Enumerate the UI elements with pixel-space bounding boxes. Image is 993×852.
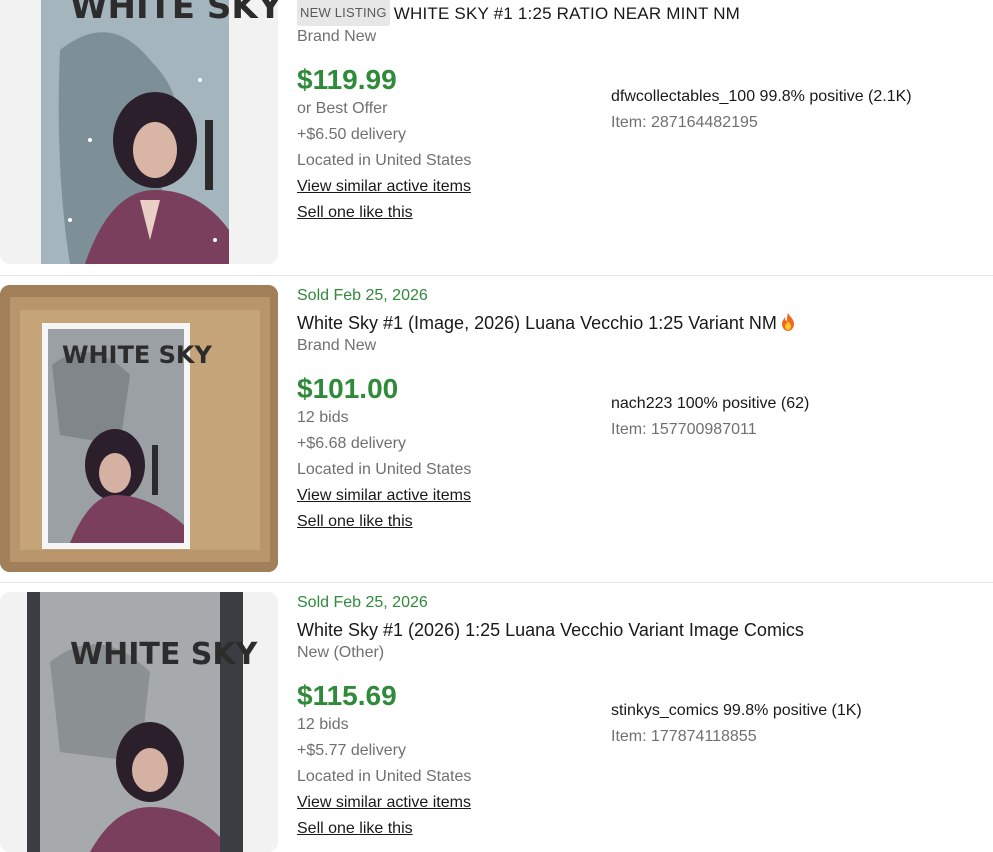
item-number: Item: 287164482195 [611, 114, 758, 131]
listing-title-text[interactable]: White Sky #1 (Image, 2026) Luana Vecchio… [297, 313, 777, 333]
listing-title-text[interactable]: WHITE SKY #1 1:25 RATIO NEAR MINT NM [394, 4, 740, 23]
listing-price: $119.99 [297, 64, 397, 95]
new-listing-badge: NEW LISTING [297, 0, 390, 26]
listing-bid-info: 12 bids [297, 409, 349, 426]
listing-delivery: +$6.50 delivery [297, 126, 406, 143]
sell-one-link[interactable]: Sell one like this [297, 200, 617, 226]
item-number: Item: 157700987011 [611, 421, 757, 438]
listing-info: Sold Feb 25, 2026 White Sky #1 (Image, 2… [297, 286, 794, 535]
listing-title[interactable]: White Sky #1 (2026) 1:25 Luana Vecchio V… [297, 618, 804, 642]
listing-item: WHITE SKY NEW LISTING WHITE SKY #1 1:25 R… [0, 0, 993, 275]
listing-item: WHITE SKY Sold Feb 25, 2026 White Sky #1… [0, 582, 993, 852]
listing-location: Located in United States [297, 461, 472, 478]
sell-one-link[interactable]: Sell one like this [297, 509, 617, 535]
listing-price: $101.00 [297, 373, 399, 404]
comic-cover-image: WHITE SKY [0, 592, 278, 852]
listing-location: Located in United States [297, 152, 472, 169]
svg-text:WHITE SKY: WHITE SKY [62, 341, 212, 369]
sell-one-link[interactable]: Sell one like this [297, 816, 617, 842]
listing-location: Located in United States [297, 768, 472, 785]
listing-item: WHITE SKY Sold Feb 25, 2026 White Sky #1… [0, 275, 993, 582]
comic-cover-image: WHITE SKY [0, 0, 278, 264]
svg-text:WHITE SKY: WHITE SKY [70, 0, 278, 27]
svg-text:WHITE SKY: WHITE SKY [70, 637, 259, 672]
view-similar-link[interactable]: View similar active items [297, 790, 617, 816]
seller-name: stinkys_comics 99.8% positive (1K) [611, 702, 862, 719]
sold-date: Sold Feb 25, 2026 [297, 287, 428, 304]
listing-bid-info: 12 bids [297, 716, 349, 733]
listing-delivery: +$5.77 delivery [297, 742, 406, 759]
listing-image[interactable]: WHITE SKY [0, 0, 278, 264]
seller-info: stinkys_comics 99.8% positive (1K) Item:… [611, 698, 971, 750]
listing-image[interactable]: WHITE SKY [0, 592, 278, 852]
listing-condition: Brand New [297, 337, 377, 354]
comic-cover-image: WHITE SKY [0, 285, 278, 572]
listing-title-text[interactable]: White Sky #1 (2026) 1:25 Luana Vecchio V… [297, 620, 804, 640]
listing-price: $115.69 [297, 680, 397, 711]
sold-date: Sold Feb 25, 2026 [297, 594, 428, 611]
seller-info: dfwcollectables_100 99.8% positive (2.1K… [611, 84, 971, 136]
listing-info: Sold Feb 25, 2026 White Sky #1 (2026) 1:… [297, 593, 804, 842]
view-similar-link[interactable]: View similar active items [297, 483, 617, 509]
listing-image[interactable]: WHITE SKY [0, 285, 278, 572]
listing-condition: Brand New [297, 28, 377, 45]
view-similar-link[interactable]: View similar active items [297, 174, 617, 200]
listing-bid-info: or Best Offer [297, 100, 388, 117]
seller-name: nach223 100% positive (62) [611, 395, 810, 412]
seller-name: dfwcollectables_100 99.8% positive (2.1K… [611, 88, 912, 105]
listing-delivery: +$6.68 delivery [297, 435, 406, 452]
seller-info: nach223 100% positive (62) Item: 1577009… [611, 391, 971, 443]
listing-title[interactable]: White Sky #1 (Image, 2026) Luana Vecchio… [297, 311, 794, 335]
item-number: Item: 177874118855 [611, 728, 757, 745]
listing-condition: New (Other) [297, 644, 385, 661]
listing-info: NEW LISTING WHITE SKY #1 1:25 RATIO NEAR … [297, 0, 740, 226]
listing-title[interactable]: NEW LISTING WHITE SKY #1 1:25 RATIO NEAR … [297, 0, 740, 26]
fire-icon [781, 313, 794, 331]
